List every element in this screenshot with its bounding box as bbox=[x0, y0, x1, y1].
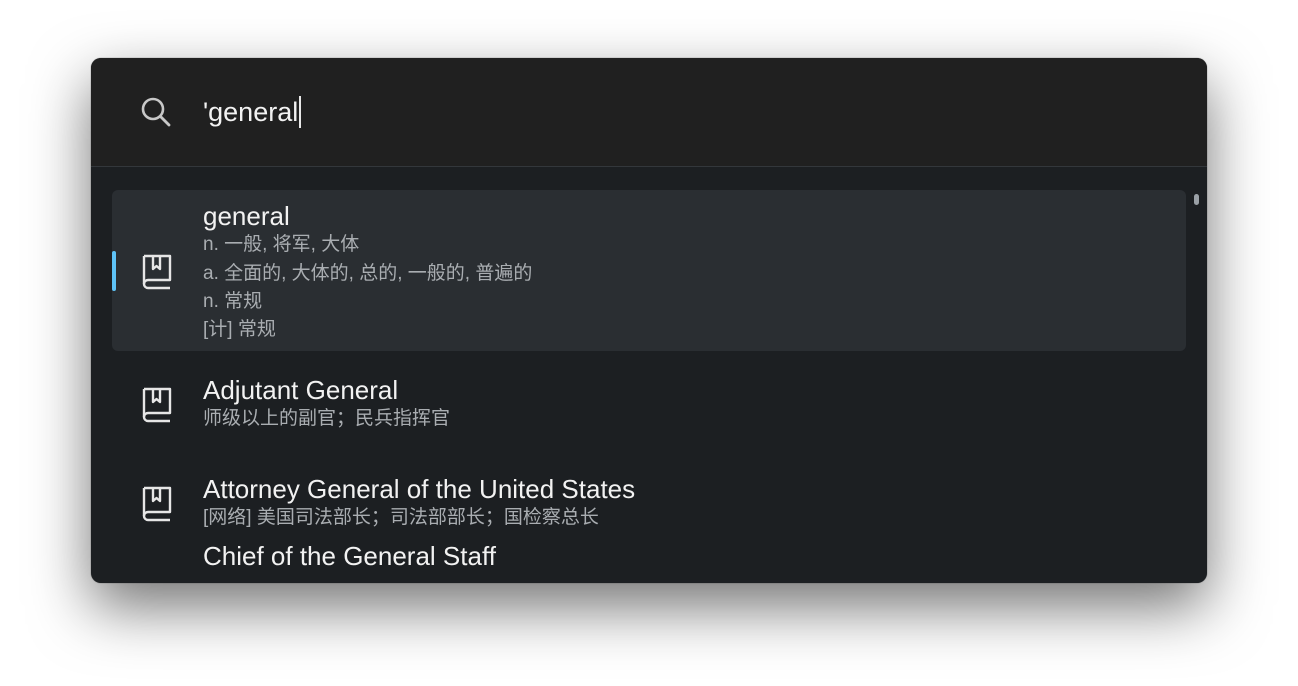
text-caret bbox=[299, 95, 302, 128]
result-detail-line: n. 一般, 将军, 大体 bbox=[203, 234, 360, 255]
result-item-general[interactable]: general n. 一般, 将军, 大体 a. 全面的, 大体的, 总的, 一… bbox=[112, 190, 1186, 351]
dictionary-book-icon bbox=[142, 254, 172, 290]
result-item-chief-of-general-staff[interactable]: Chief of the General Staff bbox=[112, 541, 1186, 583]
result-title: Adjutant General bbox=[203, 375, 399, 405]
dictionary-book-icon bbox=[142, 387, 172, 423]
search-query: 'general bbox=[203, 97, 299, 127]
result-detail-line: 师级以上的副官；民兵指挥官 bbox=[203, 408, 451, 429]
search-icon bbox=[141, 97, 171, 127]
result-title: Chief of the General Staff bbox=[203, 541, 496, 571]
result-detail-line: n. 常规 bbox=[203, 291, 263, 312]
result-detail-line: [计] 常规 bbox=[203, 319, 276, 340]
scrollbar-thumb[interactable] bbox=[1194, 194, 1199, 205]
result-detail-line: a. 全面的, 大体的, 总的, 一般的, 普遍的 bbox=[203, 263, 533, 284]
result-title: general bbox=[203, 201, 290, 231]
results-list: general n. 一般, 将军, 大体 a. 全面的, 大体的, 总的, 一… bbox=[91, 167, 1207, 583]
result-title: Attorney General of the United States bbox=[203, 474, 636, 504]
launcher-window: 'general general n. 一般, 将军, 大体 a. 全面的, 大… bbox=[91, 58, 1207, 583]
search-bar: 'general bbox=[91, 58, 1207, 167]
result-item-attorney-general[interactable]: Attorney General of the United States [网… bbox=[112, 462, 1186, 548]
search-input[interactable]: 'general bbox=[203, 92, 302, 132]
dictionary-book-icon bbox=[142, 486, 172, 522]
result-detail-line: [网络] 美国司法部长；司法部部长；国检察总长 bbox=[203, 507, 599, 528]
selection-indicator bbox=[112, 251, 116, 291]
result-item-adjutant-general[interactable]: Adjutant General 师级以上的副官；民兵指挥官 bbox=[112, 363, 1186, 449]
